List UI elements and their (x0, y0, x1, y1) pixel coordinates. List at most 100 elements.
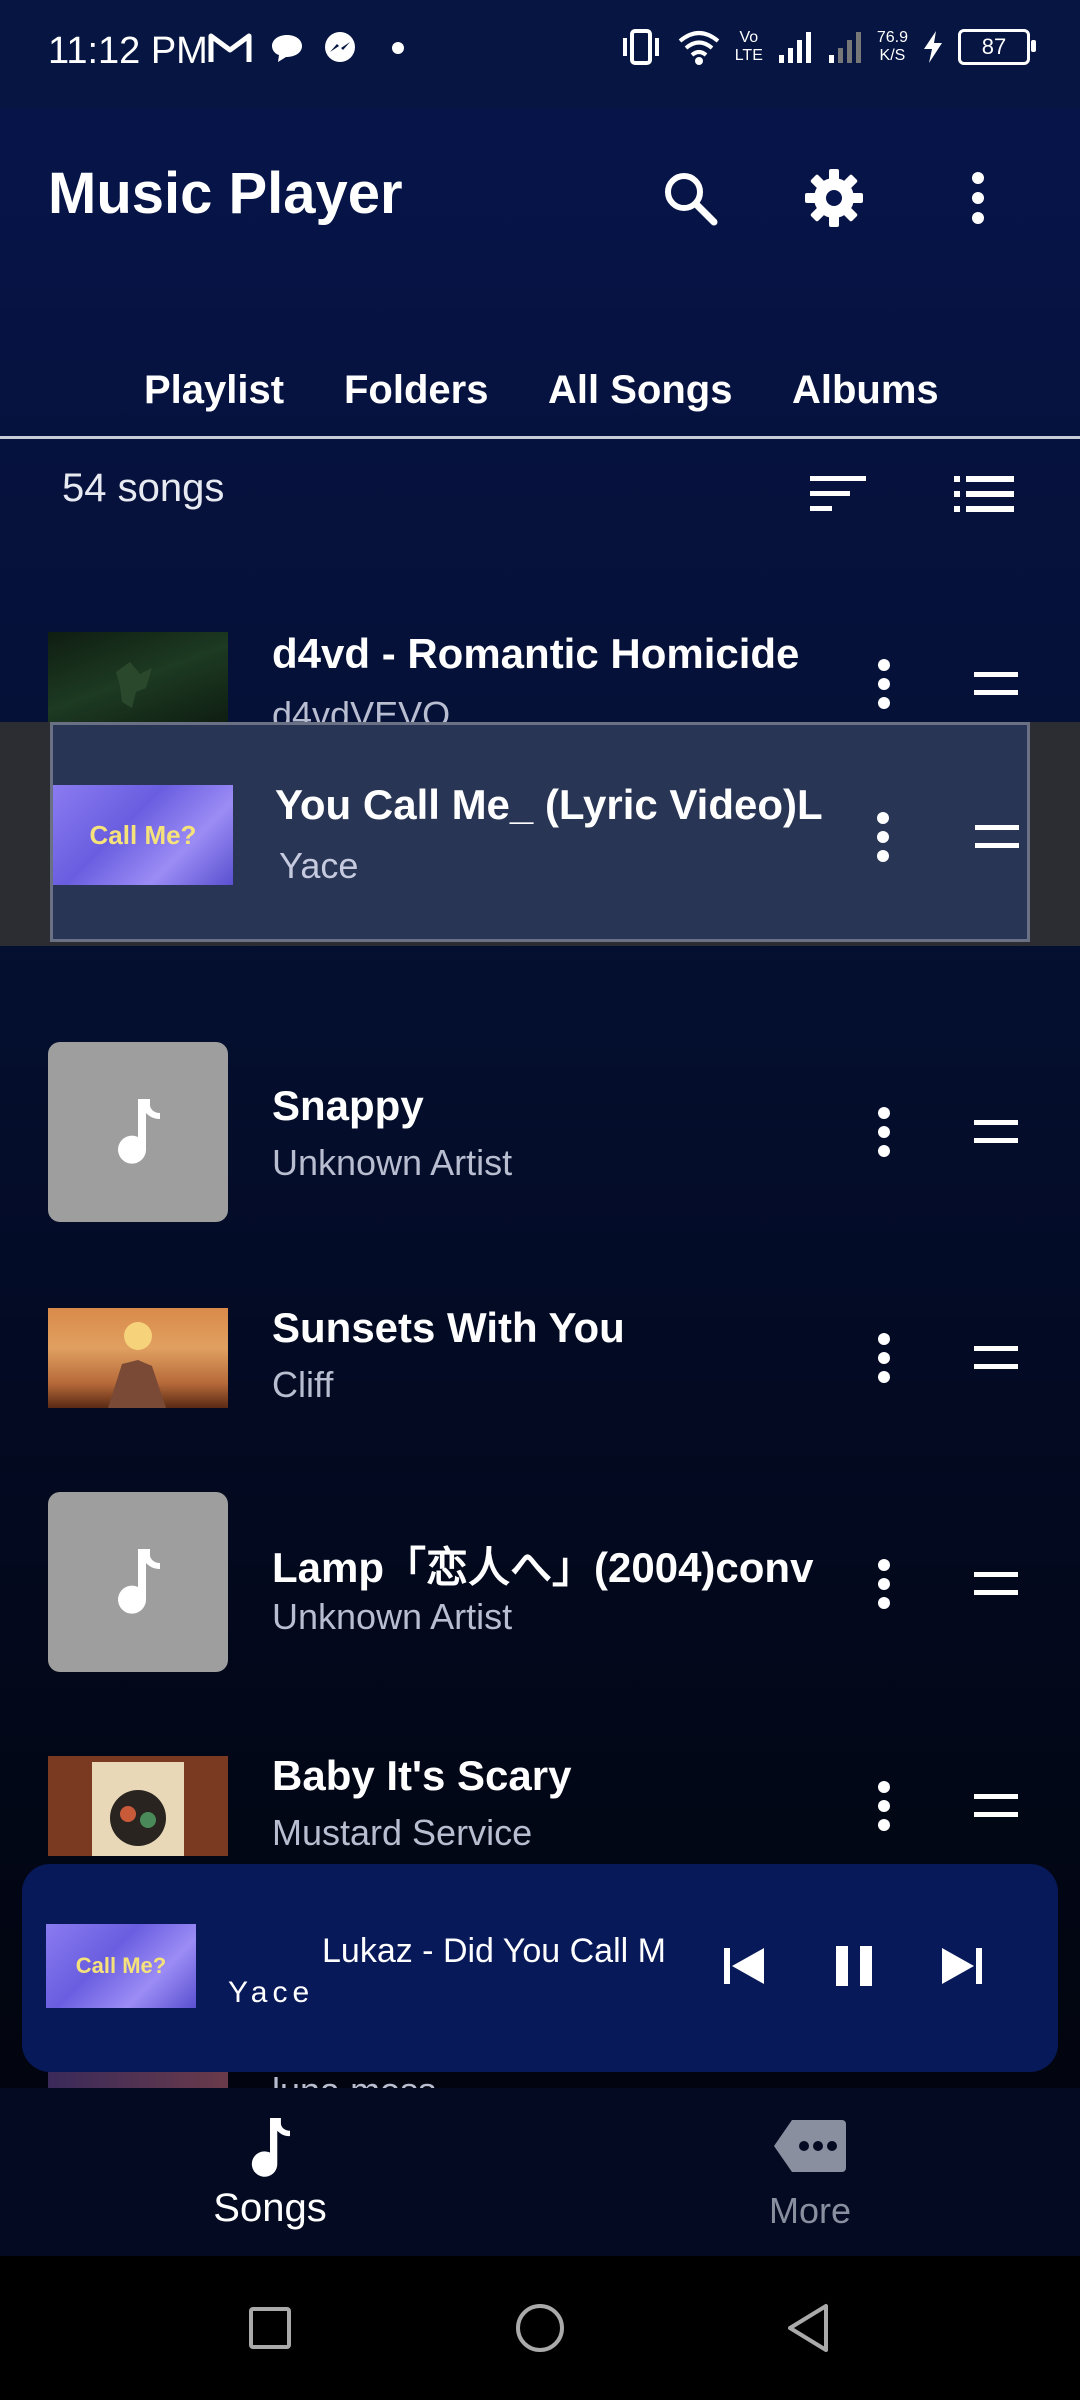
sort-icon (810, 476, 866, 511)
song-title: Snappy (272, 1082, 424, 1129)
drag-handle-icon (974, 1794, 1018, 1817)
settings-button[interactable] (796, 160, 872, 236)
song-title: Baby It's Scary (272, 1752, 572, 1799)
drag-handle-icon (974, 1346, 1018, 1369)
song-menu-button[interactable] (864, 1554, 904, 1614)
vibrate-icon (622, 29, 659, 65)
more-vert-icon (877, 812, 889, 862)
song-artist: Yace (279, 845, 359, 886)
skip-next-icon (942, 1948, 982, 1984)
song-row[interactable]: Snappy Unknown Artist (0, 1042, 1080, 1242)
tab-playlist[interactable]: Playlist (144, 368, 284, 413)
song-row[interactable]: Lamp「恋人へ」(2004)conv Unknown Artist (0, 1492, 1080, 1692)
home-button[interactable] (510, 2298, 570, 2358)
drag-handle[interactable] (973, 813, 1021, 861)
song-count: 54 songs (62, 466, 225, 510)
song-row[interactable]: Sunsets With You Cliff (0, 1268, 1080, 1468)
circle-icon (516, 2304, 564, 2352)
album-art-placeholder (48, 1042, 228, 1222)
song-artist: Unknown Artist (272, 1142, 513, 1183)
drag-handle[interactable] (972, 1782, 1020, 1830)
tab-albums[interactable]: Albums (792, 368, 939, 413)
drag-handle[interactable] (972, 1334, 1020, 1382)
more-vert-icon (878, 1781, 890, 1831)
drag-handle-icon (974, 1120, 1018, 1143)
tab-all-songs[interactable]: All Songs (548, 368, 732, 413)
drag-handle[interactable] (972, 660, 1020, 708)
dot-icon (392, 42, 404, 54)
song-menu-button[interactable] (864, 1328, 904, 1388)
more-vert-icon (878, 659, 890, 709)
status-bar: 11:12 PM Vo LTE 76.9 K/S 87 (0, 0, 1080, 108)
more-vert-icon (878, 1559, 890, 1609)
battery-icon: 87 (958, 29, 1036, 65)
previous-button[interactable] (706, 1928, 782, 2004)
drag-handle[interactable] (972, 1108, 1020, 1156)
volte-label: Vo LTE (734, 29, 763, 64)
album-art-placeholder (48, 1492, 228, 1672)
more-vert-icon (972, 172, 984, 224)
recents-button[interactable] (240, 2298, 300, 2358)
mini-player[interactable]: Call Me? Lukaz - Did You Call M Yace (22, 1864, 1058, 2072)
tab-bar: Playlist Folders All Songs Albums (0, 360, 1080, 439)
back-button[interactable] (778, 2298, 838, 2358)
song-title: Lamp「恋人へ」(2004)conv (272, 1544, 814, 1591)
status-time: 11:12 PM (48, 30, 208, 72)
music-note-icon (251, 2118, 290, 2177)
song-menu-button[interactable] (864, 1102, 904, 1162)
list-icon (954, 476, 1014, 512)
nav-more[interactable]: More (540, 2088, 1080, 2256)
messenger-icon (325, 32, 355, 62)
song-artist: Unknown Artist (272, 1596, 513, 1637)
gear-icon (805, 169, 863, 227)
drag-handle-icon (974, 672, 1018, 695)
more-vert-icon (878, 1107, 890, 1157)
nav-songs[interactable]: Songs (0, 2088, 540, 2256)
pause-button[interactable] (816, 1928, 892, 2004)
music-note-icon (118, 1099, 160, 1164)
triangle-back-icon (788, 2304, 828, 2352)
mini-player-art: Call Me? (46, 1924, 196, 2008)
square-icon (249, 2307, 291, 2349)
sort-button[interactable] (806, 466, 870, 522)
song-artist: Cliff (272, 1364, 334, 1405)
bottom-nav: Songs More (0, 2088, 1080, 2256)
album-art (48, 1308, 228, 1408)
skip-previous-icon (724, 1948, 764, 1984)
app-bar: Music Player (0, 108, 1080, 288)
song-row-dragging[interactable]: Call Me? You Call Me_ (Lyric Video)L Yac… (50, 722, 1030, 942)
album-art (48, 2070, 228, 2088)
signal-icon (778, 32, 811, 63)
more-tag-icon (774, 2120, 846, 2172)
song-title: Sunsets With You (272, 1304, 625, 1351)
chat-icon (272, 35, 302, 62)
app-title: Music Player (48, 161, 403, 226)
album-art (48, 1756, 228, 1856)
music-note-icon (118, 1549, 160, 1614)
search-button[interactable] (652, 160, 728, 236)
tab-folders[interactable]: Folders (344, 368, 488, 413)
album-art: Call Me? (53, 785, 233, 885)
signal-weak-icon (828, 32, 861, 63)
song-title: d4vd - Romantic Homicide (272, 630, 800, 677)
gmail-icon (208, 33, 252, 62)
charging-icon (924, 31, 942, 63)
system-nav-bar (0, 2256, 1080, 2400)
song-artist: Mustard Service (272, 1812, 533, 1853)
net-speed: 76.9 K/S (876, 29, 908, 64)
mini-player-title: Lukaz - Did You Call M (322, 1932, 666, 1970)
list-view-button[interactable] (952, 466, 1016, 522)
next-button[interactable] (924, 1928, 1000, 2004)
pause-icon (836, 1946, 872, 1986)
overflow-menu-button[interactable] (940, 160, 1016, 236)
drag-handle-icon (975, 825, 1019, 848)
song-menu-button[interactable] (864, 654, 904, 714)
drag-handle[interactable] (972, 1560, 1020, 1608)
song-menu-button[interactable] (863, 807, 903, 867)
wifi-icon (678, 31, 719, 65)
mini-player-artist: Yace (228, 1976, 315, 2009)
song-title: You Call Me_ (Lyric Video)L (275, 781, 823, 828)
search-icon (665, 173, 718, 226)
song-menu-button[interactable] (864, 1776, 904, 1836)
drag-handle-icon (974, 1572, 1018, 1595)
